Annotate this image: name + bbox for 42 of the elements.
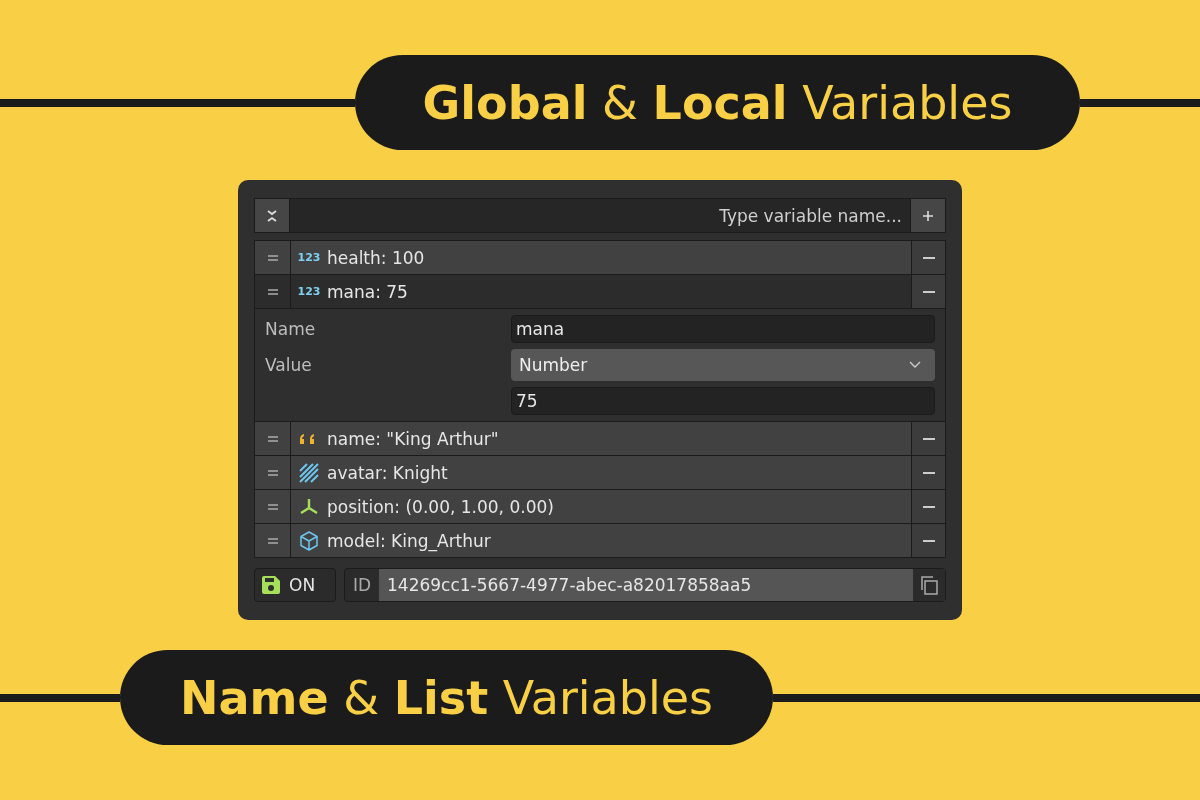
- remove-button[interactable]: [911, 241, 945, 275]
- minus-icon: [922, 471, 935, 475]
- footline-banner: Name & List Variables: [120, 650, 773, 745]
- minus-icon: [922, 256, 935, 260]
- field-label: Name: [265, 319, 317, 340]
- remove-button[interactable]: [911, 275, 945, 309]
- cube-icon: [299, 531, 319, 551]
- variable-label: health: 100: [327, 248, 426, 268]
- variable-row[interactable]: position: (0.00, 1.00, 0.00): [254, 489, 946, 525]
- variable-row[interactable]: avatar: Knight: [254, 455, 946, 491]
- search-field[interactable]: Type variable name...: [290, 198, 910, 234]
- variable-row[interactable]: model: King_Arthur: [254, 523, 946, 559]
- variable-label: model: King_Arthur: [327, 531, 492, 551]
- variable-label: position: (0.00, 1.00, 0.00): [327, 497, 555, 517]
- variable-row[interactable]: 123 health: 100: [254, 240, 946, 276]
- remove-button[interactable]: [911, 422, 945, 456]
- type-dropdown[interactable]: Number: [511, 349, 935, 382]
- field-label: Value: [265, 355, 313, 376]
- variable-row[interactable]: 123 mana: 75: [254, 274, 946, 310]
- minus-icon: [922, 505, 935, 509]
- variable-row[interactable]: name: "King Arthur": [254, 421, 946, 457]
- collapse-icon: [266, 207, 278, 224]
- remove-button[interactable]: [911, 490, 945, 524]
- add-button[interactable]: [910, 198, 946, 234]
- axes-icon: [299, 497, 319, 517]
- minus-icon: [922, 539, 935, 543]
- remove-button[interactable]: [911, 456, 945, 490]
- variable-label: avatar: Knight: [327, 463, 449, 483]
- headline-banner: Global & Local Variables: [355, 55, 1080, 150]
- value-field[interactable]: 75: [511, 387, 935, 416]
- number-type-icon: 123: [297, 285, 321, 299]
- variable-label: name: "King Arthur": [327, 429, 500, 449]
- remove-button[interactable]: [911, 524, 945, 558]
- save-toggle[interactable]: ON: [254, 568, 336, 602]
- number-type-icon: 123: [297, 251, 321, 265]
- name-field[interactable]: mana: [511, 315, 935, 344]
- chevron-down-icon: [909, 361, 921, 370]
- variable-label: mana: 75: [327, 282, 409, 302]
- minus-icon: [922, 290, 935, 294]
- minus-icon: [922, 437, 935, 441]
- plus-icon: [922, 209, 934, 222]
- collapse-button[interactable]: [254, 198, 290, 234]
